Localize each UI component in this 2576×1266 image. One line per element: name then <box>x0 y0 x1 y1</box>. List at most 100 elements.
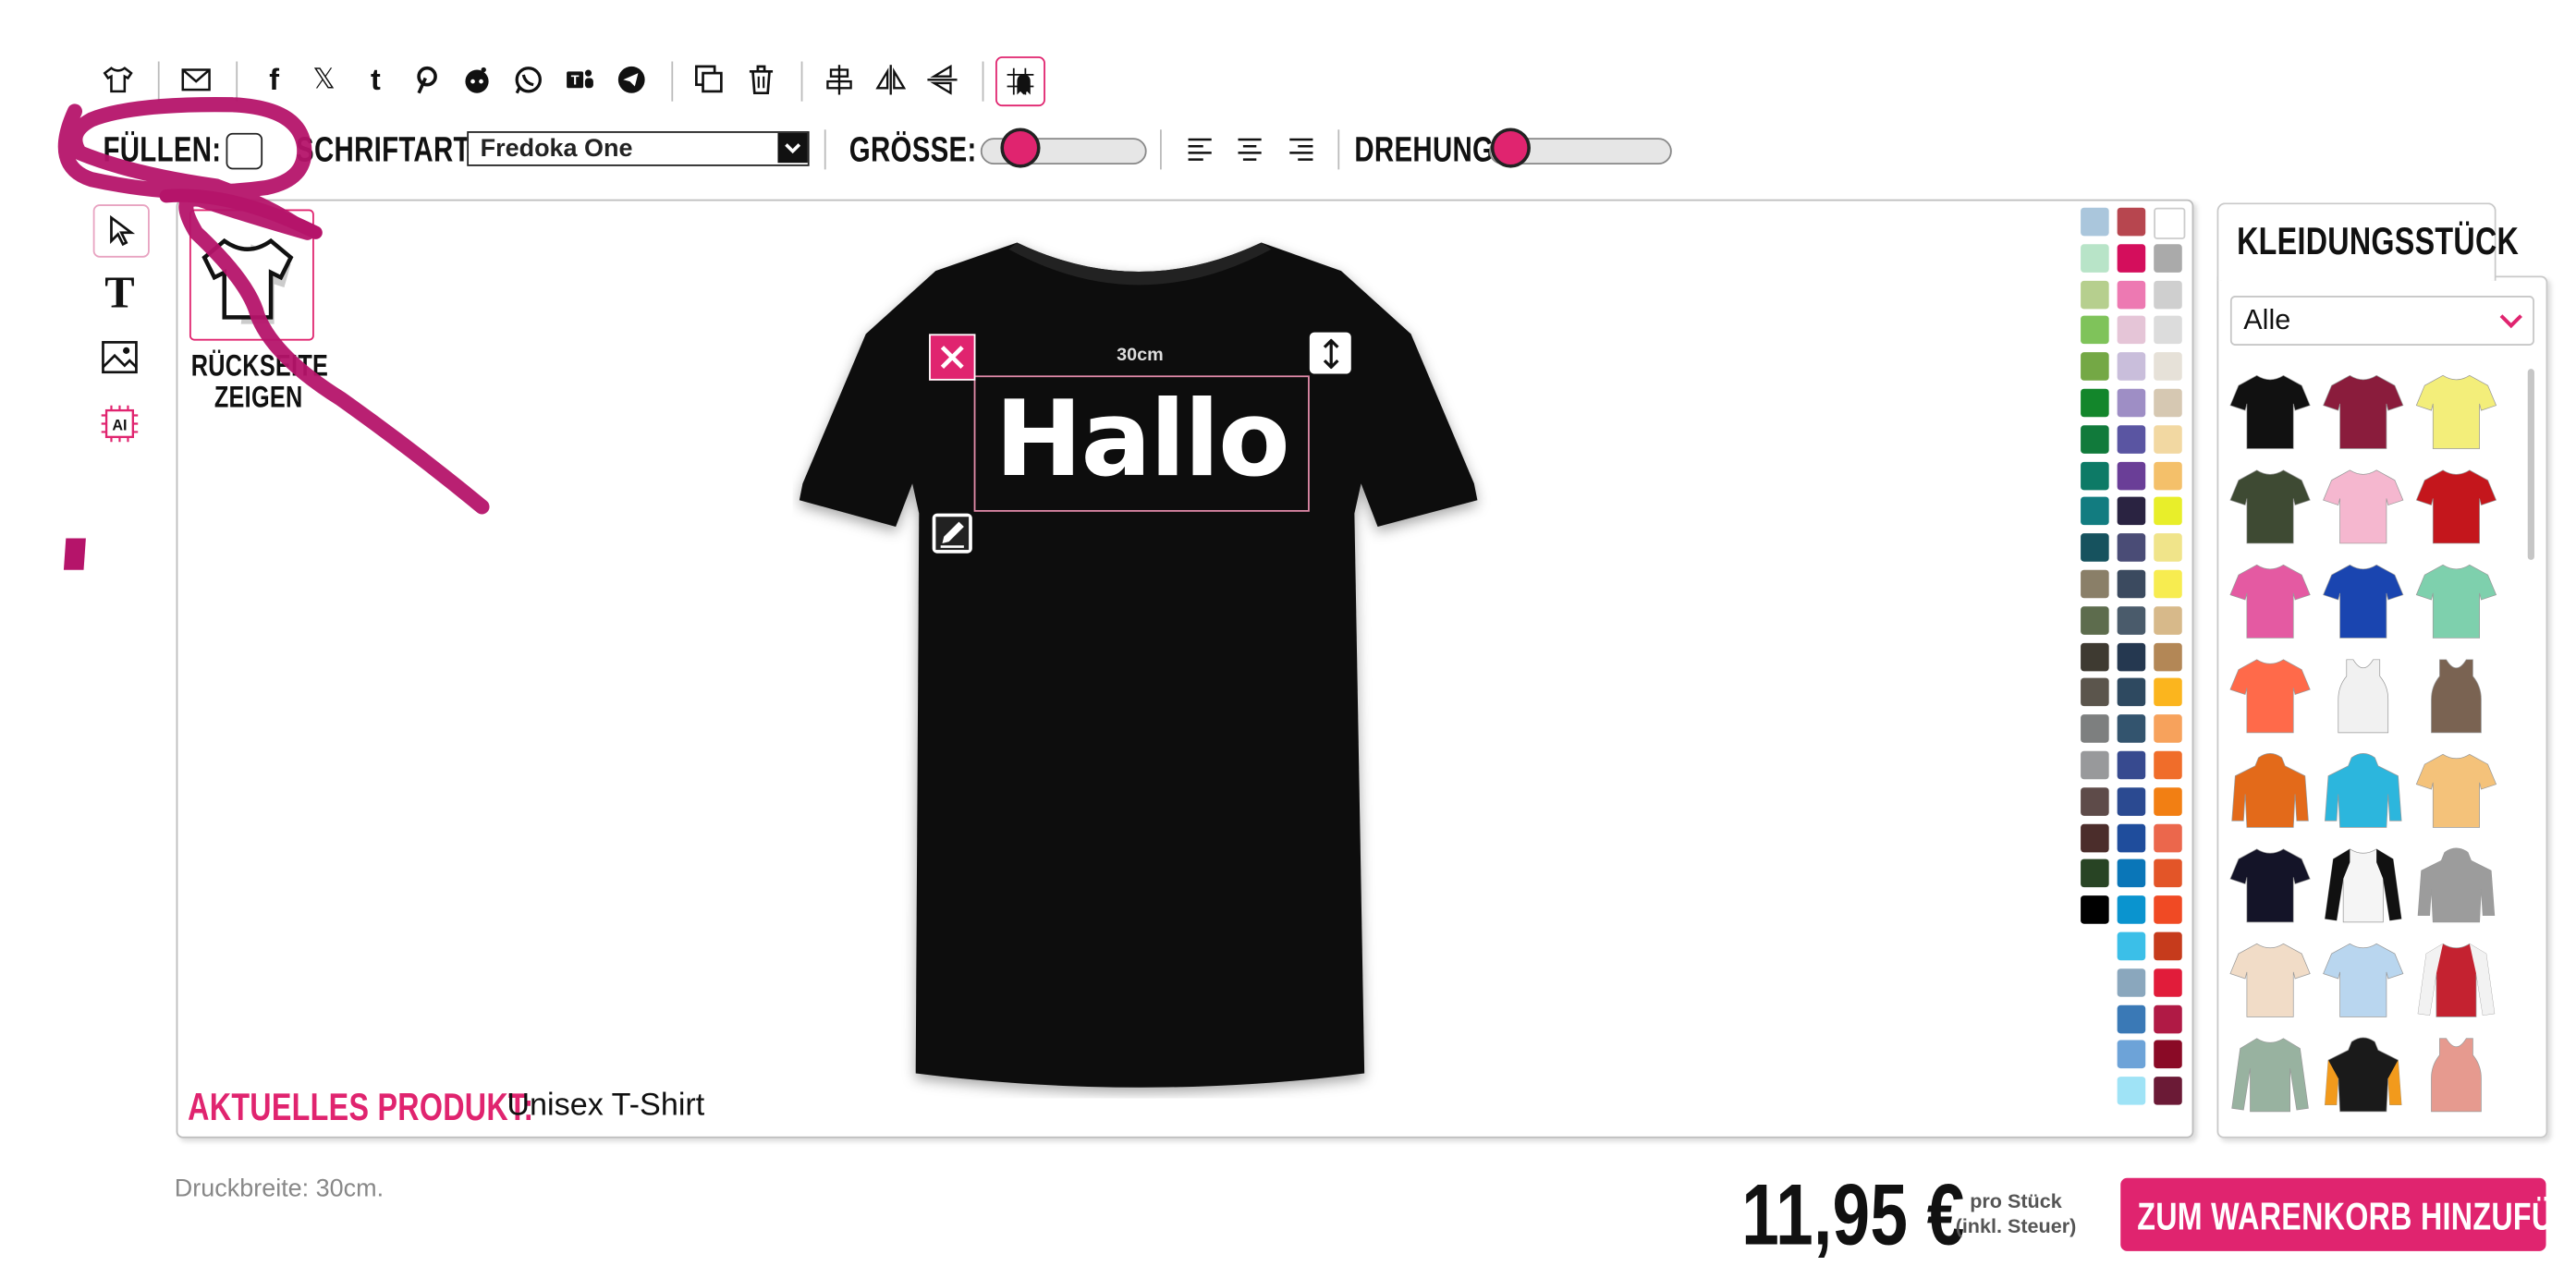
color-swatch[interactable] <box>2117 1041 2146 1069</box>
image-tool[interactable] <box>94 333 144 383</box>
color-swatch[interactable] <box>2154 714 2182 744</box>
color-swatch[interactable] <box>2154 968 2182 997</box>
color-swatch[interactable] <box>2117 388 2146 418</box>
color-swatch[interactable] <box>2081 823 2109 852</box>
duplicate-icon[interactable] <box>693 63 726 96</box>
color-swatch[interactable] <box>2154 352 2182 382</box>
font-select[interactable]: Fredoka One <box>467 131 810 166</box>
facebook-icon[interactable]: f <box>258 63 291 96</box>
garment-beige-tshirt[interactable] <box>2228 937 2312 1020</box>
garment-pink-tshirt[interactable] <box>2228 558 2312 641</box>
color-swatch[interactable] <box>2154 642 2182 671</box>
color-swatch[interactable] <box>2117 243 2146 273</box>
color-swatch[interactable] <box>2081 859 2109 888</box>
color-swatch[interactable] <box>2154 424 2182 454</box>
trash-icon[interactable] <box>745 63 778 96</box>
color-swatch[interactable] <box>2117 1077 2146 1106</box>
color-swatch[interactable] <box>2154 931 2182 961</box>
color-swatch[interactable] <box>2081 750 2109 780</box>
align-center-text-icon[interactable] <box>1233 133 1266 166</box>
color-swatch[interactable] <box>2081 207 2109 237</box>
color-swatch[interactable] <box>2081 280 2109 309</box>
color-swatch[interactable] <box>2154 316 2182 345</box>
garment-raglan-tshirt[interactable] <box>2322 843 2405 926</box>
color-swatch[interactable] <box>2117 1004 2146 1033</box>
pinterest-icon[interactable] <box>409 63 442 96</box>
rotation-slider-handle[interactable] <box>1490 128 1531 168</box>
color-swatch[interactable] <box>2117 642 2146 671</box>
size-slider-handle[interactable] <box>1000 128 1041 168</box>
color-swatch[interactable] <box>2081 316 2109 345</box>
size-slider[interactable] <box>980 128 1147 168</box>
text-tool[interactable]: T <box>94 267 144 317</box>
x-icon[interactable]: 𝕏 <box>308 63 341 96</box>
color-swatch[interactable] <box>2081 569 2109 599</box>
color-swatch[interactable] <box>2154 823 2182 852</box>
garment-grey-hoodie[interactable] <box>2414 843 2497 926</box>
color-swatch[interactable] <box>2081 461 2109 490</box>
garment-black-tshirt-2[interactable] <box>2228 843 2312 926</box>
color-swatch[interactable] <box>2117 352 2146 382</box>
color-swatch[interactable] <box>2081 533 2109 563</box>
color-swatch[interactable] <box>2081 497 2109 526</box>
garment-royal-blue-tshirt[interactable] <box>2322 558 2405 641</box>
color-swatch[interactable] <box>2154 678 2182 707</box>
color-swatch[interactable] <box>2081 243 2109 273</box>
rotation-slider[interactable] <box>1489 128 1672 168</box>
mail-icon[interactable] <box>179 63 213 96</box>
color-swatch[interactable] <box>2154 786 2182 816</box>
scrollbar[interactable] <box>2527 369 2534 560</box>
color-swatch[interactable] <box>2154 280 2182 309</box>
color-swatch[interactable] <box>2117 714 2146 744</box>
design-text[interactable]: Hallo <box>975 374 1308 507</box>
garment-olive-tshirt[interactable] <box>2228 464 2312 547</box>
garment-yellow-tshirt[interactable] <box>2414 369 2497 452</box>
color-swatch[interactable] <box>2117 678 2146 707</box>
pointer-tool[interactable] <box>92 204 150 258</box>
color-swatch[interactable] <box>2117 895 2146 925</box>
resize-handle[interactable] <box>1309 332 1351 374</box>
tshirt-icon[interactable] <box>102 63 135 96</box>
color-swatch[interactable] <box>2117 497 2146 526</box>
garment-burgundy-tshirt[interactable] <box>2322 369 2405 452</box>
color-swatch[interactable] <box>2081 642 2109 671</box>
edit-element-button[interactable] <box>932 513 972 554</box>
garment-black-tshirt[interactable] <box>2228 369 2312 452</box>
reddit-icon[interactable] <box>460 63 494 96</box>
flip-vertical-icon[interactable] <box>925 63 958 96</box>
color-swatch[interactable] <box>2117 786 2146 816</box>
color-swatch[interactable] <box>2117 533 2146 563</box>
color-swatch[interactable] <box>2154 461 2182 490</box>
design-canvas[interactable]: RÜCKSEITE ZEIGEN Hallo 30cm AKTUELLES PR… <box>176 199 2194 1138</box>
color-swatch[interactable] <box>2154 1004 2182 1033</box>
color-swatch[interactable] <box>2081 786 2109 816</box>
color-swatch[interactable] <box>2154 895 2182 925</box>
garment-turquoise-hoodie[interactable] <box>2322 748 2405 831</box>
color-swatch[interactable] <box>2117 823 2146 852</box>
back-side-button[interactable] <box>189 209 314 341</box>
garment-college-jacket[interactable] <box>2414 937 2497 1020</box>
garment-gradient-tshirt[interactable] <box>2322 937 2405 1020</box>
color-swatch[interactable] <box>2154 605 2182 635</box>
teams-icon[interactable]: T <box>564 63 597 96</box>
color-swatch[interactable] <box>2117 316 2146 345</box>
color-swatch[interactable] <box>2081 714 2109 744</box>
telegram-icon[interactable] <box>615 63 648 96</box>
color-swatch[interactable] <box>2117 569 2146 599</box>
add-to-cart-button[interactable]: ZUM WARENKORB HINZUFÜGEN <box>2120 1177 2576 1251</box>
color-swatch[interactable] <box>2081 388 2109 418</box>
align-left-icon[interactable] <box>1183 133 1216 166</box>
color-swatch[interactable] <box>2081 678 2109 707</box>
color-swatch[interactable] <box>2081 895 2109 925</box>
color-swatch[interactable] <box>2081 605 2109 635</box>
color-swatch[interactable] <box>2154 1041 2182 1069</box>
delete-element-button[interactable] <box>929 334 976 381</box>
garment-sage-longsleeve[interactable] <box>2228 1032 2312 1115</box>
color-swatch[interactable] <box>2117 750 2146 780</box>
color-swatch[interactable] <box>2117 424 2146 454</box>
color-swatch[interactable] <box>2154 750 2182 780</box>
text-selection-box[interactable]: Hallo <box>973 374 1310 512</box>
color-swatch[interactable] <box>2154 859 2182 888</box>
garment-coral-tshirt[interactable] <box>2228 653 2312 736</box>
color-swatch[interactable] <box>2154 569 2182 599</box>
